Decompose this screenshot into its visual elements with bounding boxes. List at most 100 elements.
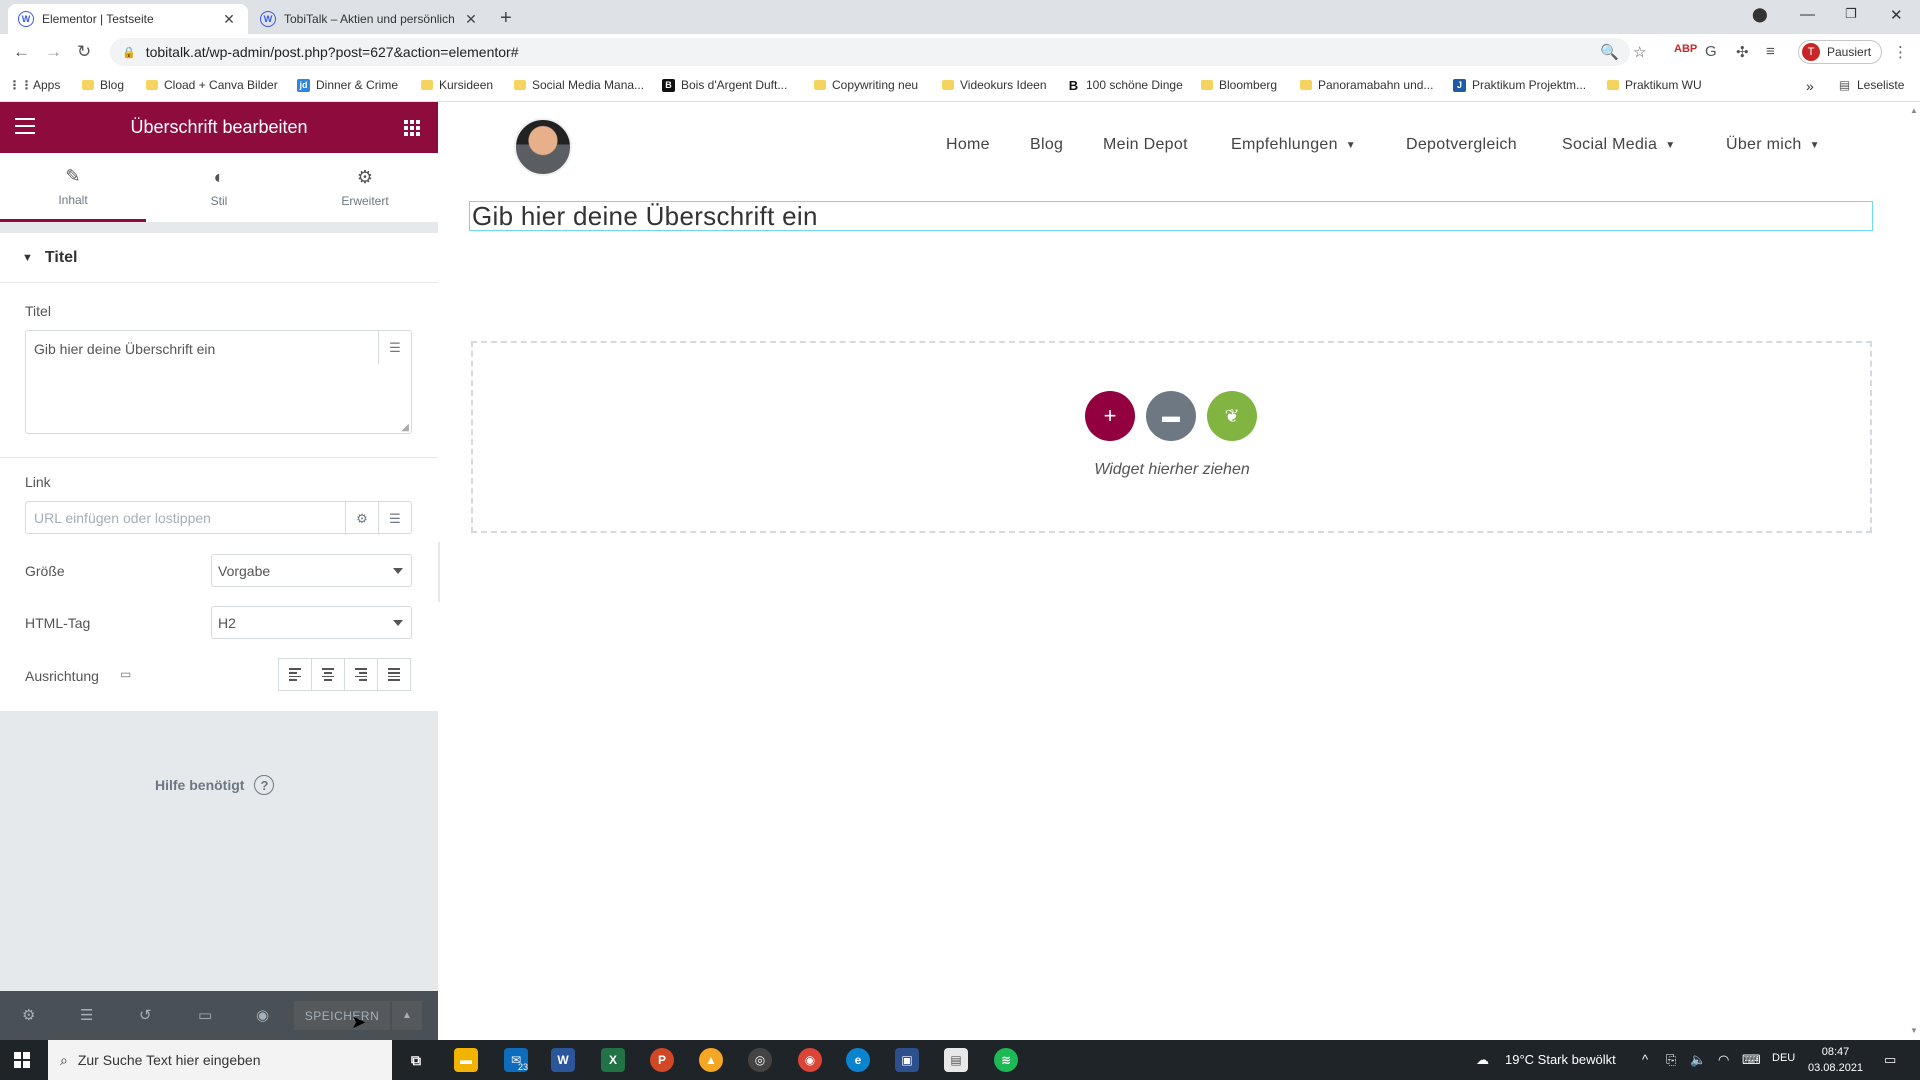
restore-icon[interactable]: ❐	[1845, 6, 1857, 22]
edge-icon[interactable]: e	[846, 1048, 870, 1072]
history-icon[interactable]: ↺	[139, 1006, 152, 1024]
file-explorer-icon[interactable]: ▬	[454, 1048, 478, 1072]
bookmark-star-icon[interactable]: ☆	[1633, 43, 1646, 61]
back-icon[interactable]: ←	[13, 42, 30, 62]
app-icon[interactable]: ▣	[895, 1048, 919, 1072]
notification-center-icon[interactable]: ▭	[1884, 1052, 1896, 1068]
extensions-puzzle-icon[interactable]: ✣	[1736, 43, 1749, 61]
align-justify-button[interactable]	[377, 658, 411, 691]
tab-stil[interactable]: ◐ Stil	[146, 153, 292, 222]
tab-inhalt[interactable]: ✎ Inhalt	[0, 153, 146, 222]
volume-icon[interactable]: 🔈	[1690, 1052, 1706, 1068]
media-control-icon[interactable]: ≡	[1766, 43, 1775, 60]
more-bookmarks-icon[interactable]: »	[1806, 78, 1814, 94]
desktop-responsive-icon[interactable]: ▭	[120, 667, 131, 681]
bookmark-folder[interactable]: Social Media Mana...	[514, 78, 644, 92]
bookmark-link[interactable]: J Praktikum Projektm...	[1453, 78, 1586, 92]
nav-blog[interactable]: Blog	[1030, 136, 1063, 154]
spotify-icon[interactable]: ≋	[994, 1048, 1018, 1072]
excel-icon[interactable]: X	[601, 1048, 625, 1072]
browser-menu-icon[interactable]: ⋮	[1893, 43, 1908, 61]
align-right-button[interactable]	[344, 658, 378, 691]
task-view-icon[interactable]: ⧉	[404, 1048, 428, 1072]
word-icon[interactable]: W	[551, 1048, 575, 1072]
system-clock[interactable]: 08:47 03.08.2021	[1808, 1044, 1863, 1076]
minimize-icon[interactable]: —	[1800, 6, 1815, 23]
reading-list[interactable]: ▤ Leseliste	[1838, 78, 1905, 92]
zoom-icon[interactable]: 🔍	[1600, 43, 1619, 61]
navigator-layers-icon[interactable]: ☰	[80, 1006, 93, 1024]
align-center-button[interactable]	[311, 658, 345, 691]
bookmark-folder[interactable]: Bloomberg	[1201, 78, 1277, 92]
url-field[interactable]: 🔒 tobitalk.at/wp-admin/post.php?post=627…	[110, 38, 1630, 66]
section-toggle-titel[interactable]: ▼ Titel	[0, 233, 438, 283]
preview-eye-icon[interactable]: ◉	[256, 1006, 269, 1024]
envato-kit-button[interactable]: ❦	[1207, 391, 1257, 441]
grammarly-extension-icon[interactable]: G	[1705, 43, 1717, 60]
size-select[interactable]: Vorgabe	[211, 554, 412, 587]
responsive-mode-icon[interactable]: ▭	[198, 1006, 212, 1024]
widgets-grid-icon[interactable]	[404, 120, 420, 136]
bookmark-link[interactable]: B 100 schöne Dinge	[1067, 78, 1183, 93]
bookmark-folder[interactable]: Kursideen	[421, 78, 493, 92]
close-tab-icon[interactable]: ✕	[220, 11, 238, 28]
align-left-button[interactable]	[278, 658, 312, 691]
keyboard-icon[interactable]: ⌨	[1742, 1052, 1761, 1068]
weather-text[interactable]: 19°C Stark bewölkt	[1505, 1052, 1616, 1067]
input-language[interactable]: DEU	[1772, 1052, 1795, 1064]
chrome-icon[interactable]: ◉	[798, 1048, 822, 1072]
tab-search-icon[interactable]: ⬤	[1752, 6, 1768, 23]
browser-tab-tobitalk[interactable]: W TobiTalk – Aktien und persönlich ✕	[250, 4, 490, 34]
help-link[interactable]: Hilfe benötigt ?	[155, 775, 275, 795]
bookmark-folder[interactable]: Panoramabahn und...	[1300, 78, 1433, 92]
nav-depotvergleich[interactable]: Depotvergleich	[1406, 136, 1517, 154]
adblock-extension-icon[interactable]: ABP	[1674, 43, 1697, 55]
close-tab-icon[interactable]: ✕	[462, 11, 480, 28]
bookmark-folder[interactable]: Videokurs Ideen	[942, 78, 1047, 92]
nav-social-media[interactable]: Social Media ▼	[1562, 136, 1675, 154]
vlc-icon[interactable]: ▲	[699, 1048, 723, 1072]
forward-icon[interactable]: →	[45, 42, 62, 62]
new-tab-icon[interactable]: +	[500, 7, 512, 30]
nav-mein-depot[interactable]: Mein Depot	[1103, 136, 1188, 154]
save-options-caret-icon[interactable]: ▲	[392, 1001, 422, 1030]
heading-widget[interactable]: Gib hier deine Überschrift ein	[469, 201, 1873, 231]
wifi-icon[interactable]: ◠	[1718, 1052, 1729, 1068]
link-input[interactable]: URL einfügen oder lostippen ⚙ ☰	[25, 501, 412, 535]
bookmark-folder[interactable]: Copywriting neu	[814, 78, 918, 92]
weather-cloud-icon[interactable]: ☁	[1476, 1052, 1489, 1068]
browser-tab-elementor[interactable]: W Elementor | Testseite ✕	[8, 4, 248, 34]
windows-start-icon[interactable]	[14, 1052, 30, 1068]
scroll-up-icon[interactable]: ▲	[1910, 106, 1918, 115]
title-textarea[interactable]: Gib hier deine Überschrift ein ☰ ◢	[25, 330, 412, 434]
bookmark-folder[interactable]: Praktikum WU	[1607, 78, 1702, 92]
reload-icon[interactable]: ↻	[77, 42, 91, 62]
nav-home[interactable]: Home	[946, 136, 990, 154]
settings-gear-icon[interactable]: ⚙	[22, 1006, 35, 1024]
template-library-button[interactable]: ▬	[1146, 391, 1196, 441]
dynamic-tags-icon[interactable]: ☰	[378, 331, 411, 364]
powerpoint-icon[interactable]: P	[650, 1048, 674, 1072]
bookmark-folder[interactable]: Blog	[82, 78, 124, 92]
html-tag-select[interactable]: H2	[211, 606, 412, 639]
link-options-gear-icon[interactable]: ⚙	[345, 502, 378, 535]
dynamic-tags-icon[interactable]: ☰	[378, 502, 411, 535]
tray-usb-icon[interactable]: ⎘	[1666, 1052, 1676, 1068]
bookmark-apps[interactable]: ⋮⋮ Apps	[9, 78, 61, 92]
bookmark-folder[interactable]: Cload + Canva Bilder	[146, 78, 278, 92]
tray-expand-icon[interactable]: ^	[1642, 1052, 1648, 1067]
resize-handle-icon[interactable]: ◢	[401, 422, 409, 433]
scroll-down-icon[interactable]: ▼	[1910, 1026, 1918, 1035]
add-section-button[interactable]: +	[1085, 391, 1135, 441]
profile-button[interactable]: T Pausiert	[1798, 40, 1882, 64]
window-close-icon[interactable]: ✕	[1890, 6, 1903, 24]
nav-empfehlungen[interactable]: Empfehlungen ▼	[1231, 136, 1356, 154]
bookmark-link[interactable]: B Bois d'Argent Duft...	[662, 78, 787, 92]
site-logo-avatar[interactable]	[514, 118, 572, 176]
taskbar-search-field[interactable]: ⌕ Zur Suche Text hier eingeben	[48, 1040, 392, 1080]
obs-icon[interactable]: ◎	[748, 1048, 772, 1072]
tab-erweitert[interactable]: ⚙ Erweitert	[292, 153, 438, 222]
preview-scrollbar[interactable]: ▲ ▼	[1908, 102, 1920, 1040]
bookmark-link[interactable]: jd Dinner & Crime	[297, 78, 398, 92]
notepad-icon[interactable]: ▤	[944, 1048, 968, 1072]
